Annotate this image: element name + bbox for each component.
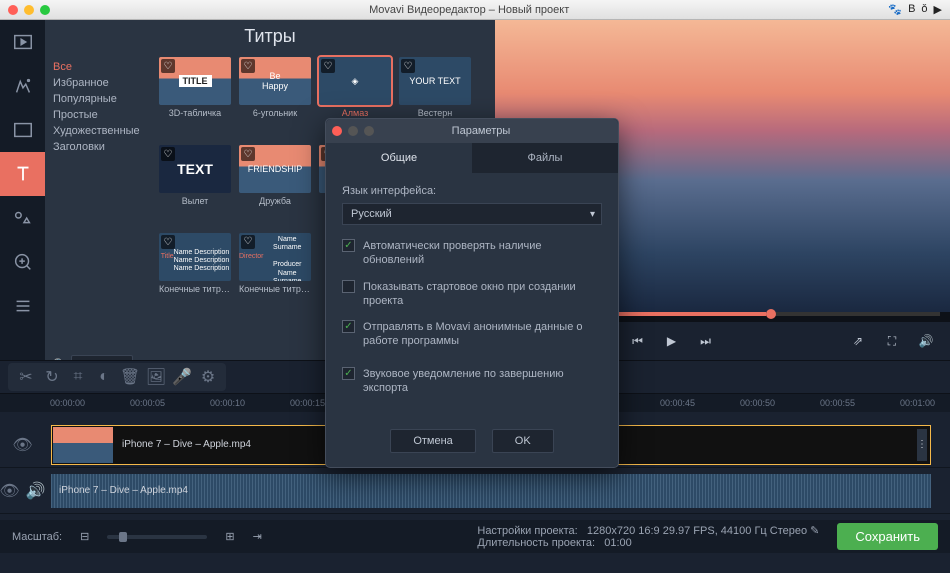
- title-thumb[interactable]: ♡TitleName DescriptionName DescriptionNa…: [159, 233, 231, 313]
- title-thumb[interactable]: ♡BeHappy6-угольник: [239, 57, 311, 137]
- window-maximize-button[interactable]: [40, 5, 50, 15]
- favorite-icon[interactable]: ♡: [241, 59, 255, 73]
- favorite-icon[interactable]: ♡: [161, 147, 175, 161]
- settings-button[interactable]: ⚙: [198, 367, 218, 387]
- favorite-icon[interactable]: ♡: [241, 235, 255, 249]
- checkbox-sound[interactable]: [342, 367, 355, 380]
- edit-settings-icon[interactable]: ✎: [810, 525, 819, 537]
- title-thumb[interactable]: ♡TEXTВылет: [159, 145, 231, 225]
- language-label: Язык интерфейса:: [342, 185, 602, 197]
- stickers-tool[interactable]: [0, 196, 45, 240]
- window-titlebar: Movavi Видеоредактор – Новый проект 🐾 В …: [0, 0, 950, 20]
- save-button[interactable]: Сохранить: [837, 523, 938, 550]
- statusbar: Масштаб: ⊟ ⊞ ⇥ Настройки проекта: 1280x7…: [0, 520, 950, 553]
- scale-out-icon[interactable]: ⊟: [80, 530, 89, 543]
- ok-button[interactable]: OK: [492, 429, 554, 453]
- cut-button[interactable]: ✂: [16, 367, 36, 387]
- rotate-button[interactable]: ↻: [42, 367, 62, 387]
- language-select[interactable]: Русский: [342, 203, 602, 225]
- play-button[interactable]: ▶: [660, 329, 684, 353]
- tab-general[interactable]: Общие: [326, 143, 472, 173]
- category-item[interactable]: Популярные: [53, 91, 147, 107]
- youtube-icon[interactable]: ▶: [934, 3, 942, 16]
- window-close-button[interactable]: [8, 5, 18, 15]
- category-item[interactable]: Все: [53, 59, 147, 75]
- delete-button[interactable]: 🗑: [120, 367, 140, 387]
- window-title: Movavi Видеоредактор – Новый проект: [50, 4, 888, 16]
- dialog-close-button[interactable]: [332, 126, 342, 136]
- favorite-icon[interactable]: ♡: [321, 59, 335, 73]
- preferences-dialog: Параметры Общие Файлы Язык интерфейса: Р…: [325, 118, 619, 468]
- category-list: Все Избранное Популярные Простые Художес…: [45, 53, 155, 360]
- checkbox-updates[interactable]: [342, 239, 355, 252]
- titles-tool[interactable]: [0, 152, 45, 196]
- crop-button[interactable]: ⌗: [68, 367, 88, 387]
- tab-files[interactable]: Файлы: [472, 143, 618, 173]
- window-minimize-button[interactable]: [24, 5, 34, 15]
- dialog-max-button: [364, 126, 374, 136]
- checkbox-anon-data[interactable]: [342, 320, 355, 333]
- title-thumb[interactable]: ♡DirectorName SurnameProducerName Surnam…: [239, 233, 311, 313]
- eye-icon[interactable]: 👁: [0, 481, 20, 501]
- filters-tool[interactable]: [0, 64, 45, 108]
- scale-label: Масштаб:: [12, 531, 62, 543]
- favorite-icon[interactable]: ♡: [401, 59, 415, 73]
- scale-in-icon[interactable]: ⊞: [225, 530, 234, 543]
- category-item[interactable]: Художественные: [53, 123, 147, 139]
- fit-icon[interactable]: ⇥: [253, 530, 262, 543]
- favorite-icon[interactable]: ♡: [161, 235, 175, 249]
- transitions-tool[interactable]: [0, 108, 45, 152]
- import-tool[interactable]: [0, 20, 45, 64]
- audio-track[interactable]: 👁 🔊 iPhone 7 – Dive – Apple.mp4: [0, 468, 950, 514]
- vk-icon[interactable]: В: [908, 3, 915, 16]
- export-button[interactable]: ⇗: [846, 329, 870, 353]
- image-button[interactable]: 🖼: [146, 367, 166, 387]
- next-frame-button[interactable]: ⏭: [694, 329, 718, 353]
- fullscreen-button[interactable]: ⛶: [880, 329, 904, 353]
- dialog-title: Параметры: [374, 125, 618, 137]
- clip-handle-icon[interactable]: ⋮: [917, 429, 927, 461]
- cancel-button[interactable]: Отмена: [390, 429, 475, 453]
- color-button[interactable]: ◐: [94, 367, 114, 387]
- audio-clip[interactable]: iPhone 7 – Dive – Apple.mp4: [51, 474, 931, 508]
- title-thumb[interactable]: ♡FRIENDSHIPДружба: [239, 145, 311, 225]
- checkbox-startup[interactable]: [342, 280, 355, 293]
- left-toolbar: [0, 20, 45, 360]
- eye-icon[interactable]: 👁: [12, 435, 32, 455]
- mic-button[interactable]: 🎤: [172, 367, 192, 387]
- search-input[interactable]: [71, 355, 133, 360]
- search-clear-icon[interactable]: ✕: [137, 357, 147, 360]
- category-item[interactable]: Избранное: [53, 75, 147, 91]
- paw-icon[interactable]: 🐾: [888, 3, 902, 16]
- prev-frame-button[interactable]: ⏮: [626, 329, 650, 353]
- ok-icon[interactable]: ǒ: [921, 3, 927, 16]
- title-thumb[interactable]: ♡TITLE3D-табличка: [159, 57, 231, 137]
- search-icon: 🔍: [53, 358, 67, 361]
- zoom-tool[interactable]: [0, 240, 45, 284]
- speaker-icon[interactable]: 🔊: [26, 481, 46, 501]
- category-item[interactable]: Заголовки: [53, 139, 147, 155]
- favorite-icon[interactable]: ♡: [241, 147, 255, 161]
- more-tool[interactable]: [0, 284, 45, 328]
- category-item[interactable]: Простые: [53, 107, 147, 123]
- volume-button[interactable]: 🔊: [914, 329, 938, 353]
- panel-header: Титры: [45, 20, 495, 53]
- dialog-min-button: [348, 126, 358, 136]
- menubar-social-icons: 🐾 В ǒ ▶: [888, 3, 950, 16]
- scale-slider[interactable]: [107, 535, 207, 539]
- favorite-icon[interactable]: ♡: [161, 59, 175, 73]
